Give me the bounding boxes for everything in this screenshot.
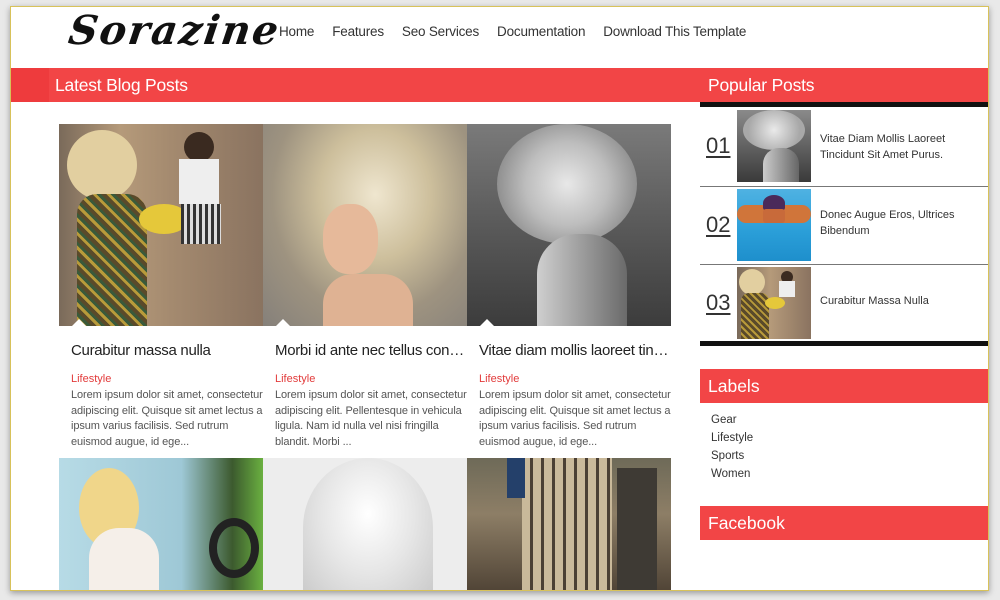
post-image[interactable] (59, 124, 263, 326)
latest-posts-title: Latest Blog Posts (55, 75, 188, 95)
label-link-lifestyle[interactable]: Lifestyle (711, 429, 753, 447)
nav-documentation[interactable]: Documentation (497, 24, 585, 39)
post-excerpt: Lorem ipsum dolor sit amet, consectetur … (275, 389, 467, 448)
image-notch (71, 319, 87, 326)
popular-post-thumbnail[interactable] (737, 267, 811, 339)
latest-posts-header: Latest Blog Posts (11, 68, 700, 102)
popular-post-title[interactable]: Vitae Diam Mollis Laoreet Tincidunt Sit … (820, 132, 980, 163)
header-accent-block (11, 68, 49, 102)
post-title[interactable]: Vitae diam mollis laoreet tinci... (479, 342, 669, 359)
post-image[interactable] (467, 458, 671, 590)
post-image[interactable] (467, 124, 671, 326)
post-image[interactable] (263, 458, 467, 590)
post-category[interactable]: Lifestyle (479, 373, 519, 385)
popular-posts-title: Popular Posts (708, 75, 815, 95)
post-excerpt: Lorem ipsum dolor sit amet, consectetur … (71, 389, 263, 448)
post-category[interactable]: Lifestyle (275, 373, 315, 385)
post-title[interactable]: Curabitur massa nulla (71, 342, 261, 359)
popular-post-thumbnail[interactable] (737, 189, 811, 261)
nav-seo-services[interactable]: Seo Services (402, 24, 479, 39)
popular-post-item[interactable]: 01 Vitae Diam Mollis Laoreet Tincidunt S… (700, 107, 988, 185)
divider (700, 341, 988, 346)
post-card: Vitae diam mollis laoreet tinci... Lifes… (467, 124, 671, 454)
post-title[interactable]: Morbi id ante nec tellus conval... (275, 342, 465, 359)
popular-post-thumbnail[interactable] (737, 110, 811, 182)
labels-header: Labels (700, 369, 988, 403)
post-image[interactable] (263, 124, 467, 326)
nav-home[interactable]: Home (279, 24, 314, 39)
post-image[interactable] (59, 458, 263, 590)
popular-posts-header: Popular Posts (700, 68, 988, 102)
labels-list: Gear Lifestyle Sports Women (711, 411, 753, 483)
popular-post-rank: 02 (706, 212, 731, 237)
popular-post-rank: 01 (706, 133, 731, 158)
site-header: Sorazine Home Features Seo Services Docu… (11, 7, 988, 67)
popular-post-item[interactable]: 03 Curabitur Massa Nulla (700, 264, 988, 342)
labels-title: Labels (708, 376, 760, 396)
popular-post-item[interactable]: 02 Donec Augue Eros, Ultrices Bibendum (700, 186, 988, 264)
page-frame: Sorazine Home Features Seo Services Docu… (10, 6, 989, 591)
post-excerpt: Lorem ipsum dolor sit amet, consectetur … (479, 389, 671, 448)
nav-download-template[interactable]: Download This Template (603, 24, 746, 39)
label-link-gear[interactable]: Gear (711, 411, 753, 429)
image-notch (275, 319, 291, 326)
facebook-title: Facebook (708, 513, 785, 533)
popular-post-rank: 03 (706, 290, 731, 315)
image-notch (479, 319, 495, 326)
nav-features[interactable]: Features (332, 24, 384, 39)
post-category[interactable]: Lifestyle (71, 373, 111, 385)
facebook-header: Facebook (700, 506, 988, 540)
label-link-sports[interactable]: Sports (711, 447, 753, 465)
post-card: Morbi id ante nec tellus conval... Lifes… (263, 124, 467, 454)
popular-post-title[interactable]: Curabitur Massa Nulla (820, 294, 980, 310)
main-nav: Home Features Seo Services Documentation… (279, 24, 764, 39)
label-link-women[interactable]: Women (711, 465, 753, 483)
post-card: Curabitur massa nulla Lifestyle Lorem ip… (59, 124, 263, 454)
site-logo[interactable]: Sorazine (66, 7, 284, 54)
popular-post-title[interactable]: Donec Augue Eros, Ultrices Bibendum (820, 208, 980, 239)
